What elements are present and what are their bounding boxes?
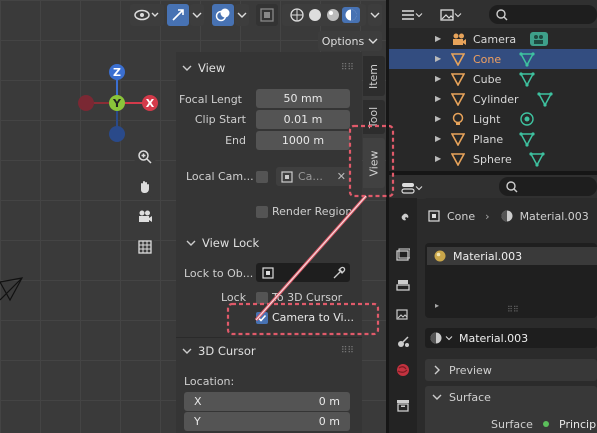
highlight-camera-to-view — [226, 302, 380, 336]
highlight-view-tab — [348, 124, 395, 198]
annotation-overlay — [226, 124, 395, 336]
